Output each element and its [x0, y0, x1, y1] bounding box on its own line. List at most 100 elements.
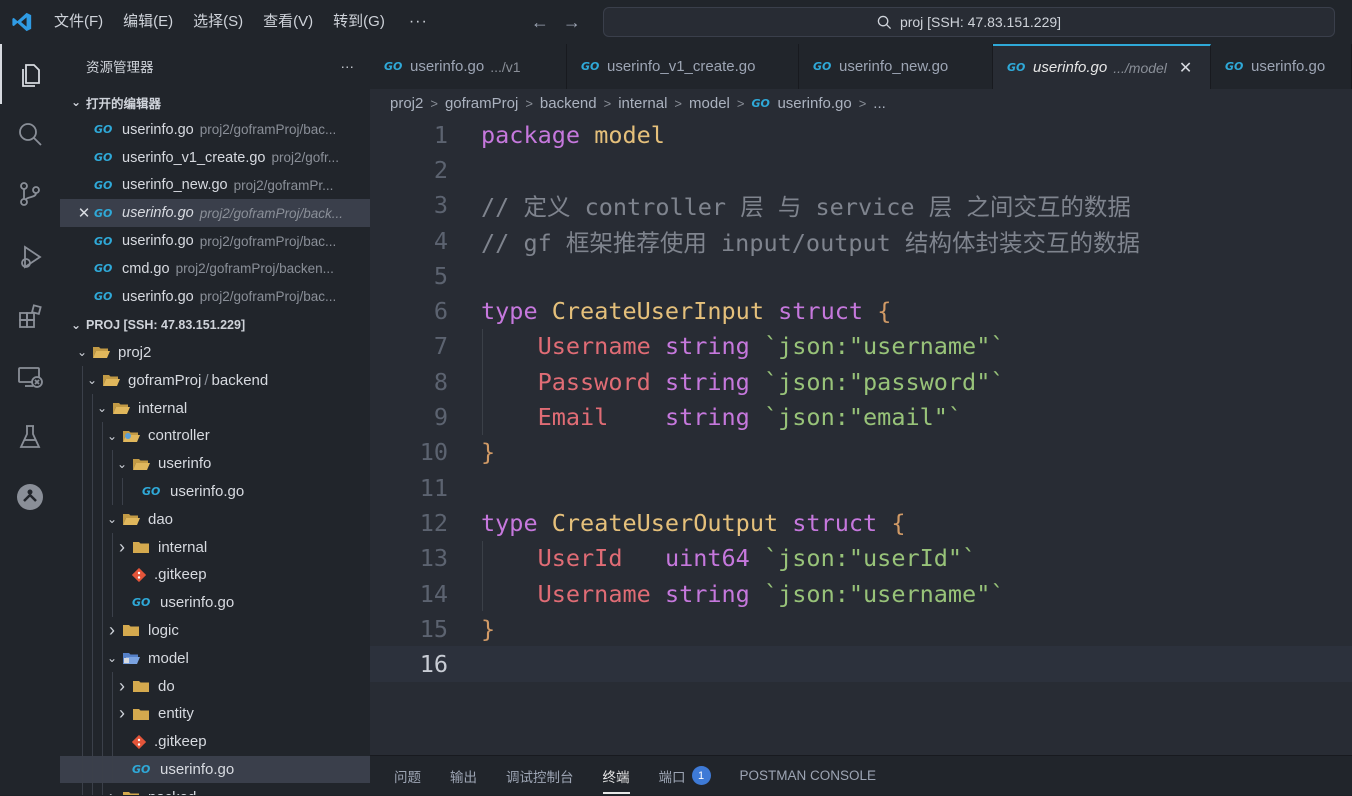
chevron-right-icon[interactable]: › [112, 703, 132, 724]
tree-folder[interactable]: › do [60, 672, 370, 700]
chevron-right-icon[interactable]: › [102, 787, 122, 795]
search-view-icon[interactable] [0, 104, 60, 164]
tree-folder[interactable]: ⌄ userinfo [60, 449, 370, 478]
tree-folder[interactable]: ⌄ proj2 [60, 339, 370, 367]
tree-file[interactable]: ›.gitkeep [60, 560, 370, 589]
close-icon[interactable]: ✕ [1179, 58, 1192, 78]
tree-folder[interactable]: ⌄ goframProj / backend [60, 366, 370, 395]
tree-file[interactable]: ›GOuserinfo.go [60, 477, 370, 506]
open-editor-item[interactable]: GO userinfo.go proj2/goframProj/bac... [60, 283, 370, 311]
tab-description: .../v1 [490, 58, 521, 75]
close-icon[interactable]: ✕ [74, 204, 94, 222]
field-type: string [664, 332, 750, 361]
tree-folder[interactable]: › entity [60, 699, 370, 728]
tree-label: userinfo [158, 455, 212, 473]
code-line: 15} [370, 611, 1352, 646]
tree-folder[interactable]: › packed [60, 783, 370, 795]
tab-terminal[interactable]: 终端 [602, 756, 630, 796]
breadcrumb-item[interactable]: userinfo.go [777, 95, 851, 112]
source-control-icon[interactable] [0, 164, 60, 224]
menu-selection[interactable]: 选择(S) [183, 0, 253, 44]
open-editor-name: userinfo.go [122, 288, 194, 305]
indent-guide [82, 505, 83, 534]
tab-userinfo-model-active[interactable]: GO userinfo.go .../model ✕ [993, 44, 1211, 89]
gitlens-icon[interactable] [0, 467, 60, 527]
tab-userinfo[interactable]: GO userinfo.go [1211, 44, 1352, 89]
indent-guide [112, 560, 113, 589]
chevron-down-icon[interactable]: ⌄ [92, 401, 112, 415]
search-label: proj [SSH: 47.83.151.229] [899, 14, 1062, 30]
ports-label: 端口 [658, 769, 686, 785]
run-debug-icon[interactable] [0, 227, 60, 287]
explorer-icon[interactable] [0, 44, 60, 104]
open-editor-name: userinfo_new.go [122, 177, 228, 194]
chevron-right-icon[interactable]: › [112, 537, 132, 558]
tree-folder[interactable]: ⌄ internal [60, 394, 370, 422]
menu-view[interactable]: 查看(V) [253, 0, 323, 44]
extensions-icon[interactable] [0, 287, 60, 347]
menu-more-button[interactable]: ··· [395, 13, 442, 31]
indent-guide [102, 616, 103, 645]
open-editor-item[interactable]: GO userinfo.go proj2/goframProj/bac... [60, 116, 370, 144]
tree-label: proj2 [118, 343, 152, 361]
tree-folder[interactable]: ⌄ controller [60, 421, 370, 450]
command-center-search[interactable]: proj [SSH: 47.83.151.229] [603, 7, 1335, 37]
menu-file[interactable]: 文件(F) [44, 0, 113, 44]
tab-problems[interactable]: 问题 [394, 756, 421, 796]
forward-arrow-icon[interactable]: → [556, 12, 588, 33]
tree-folder[interactable]: › logic [60, 616, 370, 645]
tree-file[interactable]: ›.gitkeep [60, 727, 370, 756]
open-editor-path: proj2/goframProj/backen... [175, 261, 334, 277]
breadcrumb-item[interactable]: goframProj [445, 95, 518, 112]
tab-output[interactable]: 输出 [450, 756, 477, 796]
breadcrumb-item[interactable]: internal [618, 95, 667, 112]
indent-guide [112, 477, 113, 506]
tab-userinfo-v1[interactable]: GO userinfo.go .../v1 [370, 44, 567, 89]
breadcrumb-item[interactable]: ... [873, 95, 886, 112]
tab-debug-console[interactable]: 调试控制台 [506, 756, 574, 796]
open-editor-item[interactable]: GO userinfo.go proj2/goframProj/bac... [60, 227, 370, 255]
tab-postman-console[interactable]: POSTMAN CONSOLE [740, 756, 877, 796]
tab-userinfo-new[interactable]: GO userinfo_new.go [799, 44, 993, 89]
open-editor-item-active[interactable]: ✕ GO userinfo.go proj2/goframProj/back... [60, 199, 370, 228]
go-file-icon: GO [94, 290, 113, 304]
go-file-icon: GO [1225, 60, 1244, 73]
open-editor-item[interactable]: GO cmd.go proj2/goframProj/backen... [60, 255, 370, 283]
tab-ports[interactable]: 端口 1 [659, 756, 711, 796]
menu-go[interactable]: 转到(G) [323, 0, 395, 44]
indent-guide [92, 616, 93, 645]
workspace-header[interactable]: ⌄ PROJ [SSH: 47.83.151.229] [60, 311, 370, 339]
tree-folder[interactable]: ⌄ dao [60, 505, 370, 534]
chevron-right-icon[interactable]: › [112, 676, 132, 697]
breadcrumb-item[interactable]: backend [540, 95, 597, 112]
go-file-icon: GO [751, 96, 770, 110]
code-editor[interactable]: 1 package model 2 3 // 定义 controller 层 与 s… [370, 117, 1352, 682]
testing-icon[interactable] [0, 407, 60, 467]
tree-folder[interactable]: ⌄ model [60, 644, 370, 673]
chevron-down-icon[interactable]: ⌄ [102, 651, 122, 665]
tab-userinfo-v1-create[interactable]: GO userinfo_v1_create.go [567, 44, 799, 89]
breadcrumb-item[interactable]: model [689, 95, 730, 112]
chevron-right-icon[interactable]: › [102, 620, 122, 641]
open-editor-item[interactable]: GO userinfo_v1_create.go proj2/gofr... [60, 144, 370, 172]
line-number: 14 [419, 579, 448, 608]
indent-guide [82, 783, 83, 795]
chevron-down-icon[interactable]: ⌄ [102, 512, 122, 526]
back-arrow-icon[interactable]: ← [524, 12, 556, 33]
chevron-down-icon[interactable]: ⌄ [102, 429, 122, 443]
menu-edit[interactable]: 编辑(E) [113, 0, 183, 44]
chevron-down-icon[interactable]: ⌄ [72, 345, 92, 359]
breadcrumb-item[interactable]: proj2 [390, 95, 423, 112]
tree-file[interactable]: ›GOuserinfo.go [60, 755, 370, 784]
tree-file[interactable]: ›GOuserinfo.go [60, 588, 370, 617]
explorer-more-button[interactable]: ··· [341, 59, 355, 74]
indent-guide [92, 588, 93, 617]
chevron-down-icon[interactable]: ⌄ [112, 457, 132, 471]
open-editors-header[interactable]: ⌄ 打开的编辑器 [60, 88, 370, 116]
chevron-down-icon[interactable]: ⌄ [82, 373, 102, 387]
tree-folder[interactable]: › internal [60, 533, 370, 561]
remote-explorer-icon[interactable] [0, 347, 60, 407]
indent-guide [92, 505, 93, 534]
open-editor-item[interactable]: GO userinfo_new.go proj2/goframPr... [60, 172, 370, 200]
tree-label: userinfo.go [160, 760, 235, 778]
